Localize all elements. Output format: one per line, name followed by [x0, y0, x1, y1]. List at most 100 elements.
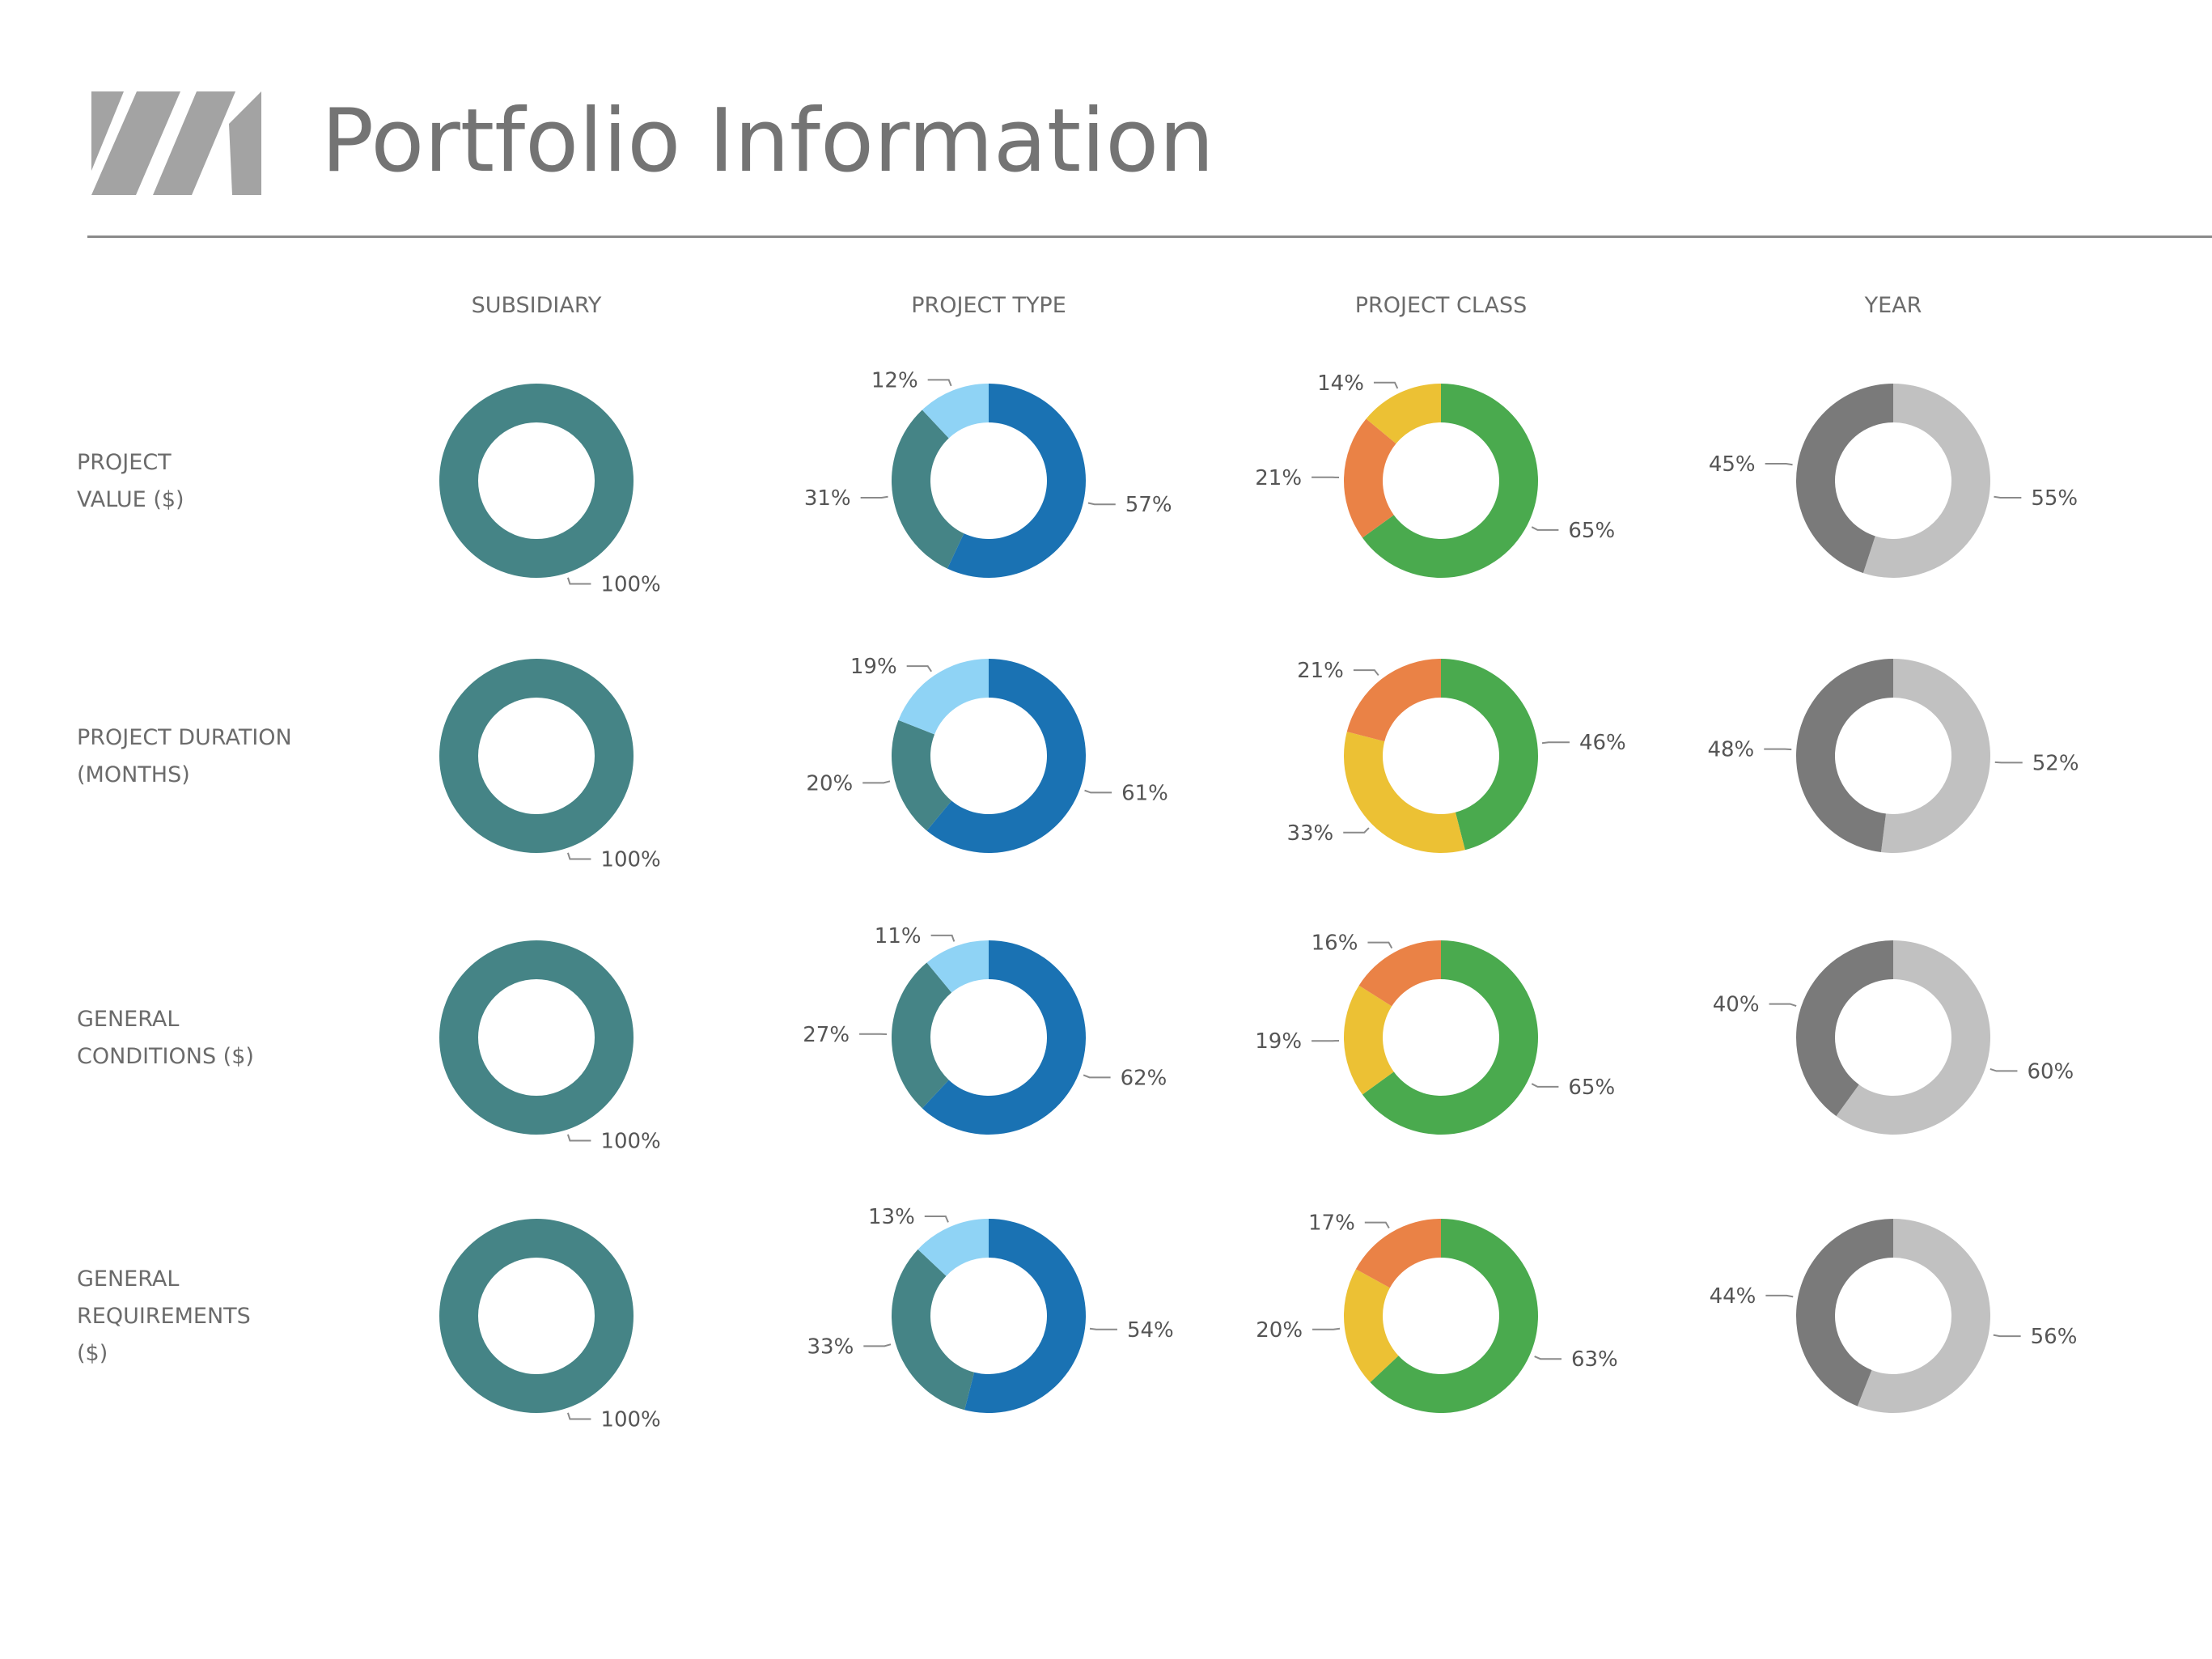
donut-r2-c2: 65% 19% 16%	[1255, 931, 1615, 1135]
data-label: 21%	[1297, 659, 1344, 683]
leader-line	[1531, 1083, 1559, 1088]
data-label: 100%	[600, 1407, 660, 1432]
leader-line	[1990, 1067, 2018, 1072]
data-label: 56%	[2031, 1325, 2078, 1349]
leader-line	[1083, 1074, 1111, 1079]
data-label: 100%	[600, 572, 660, 596]
leader-line	[863, 1343, 892, 1347]
leader-line	[927, 379, 952, 387]
data-label: 27%	[803, 1023, 850, 1047]
data-label: 60%	[2027, 1059, 2074, 1084]
data-label: 17%	[1308, 1211, 1355, 1236]
leader-line	[860, 495, 888, 499]
leader-line	[1994, 761, 2023, 764]
leader-line	[924, 1216, 949, 1223]
donut-slice	[1796, 940, 1893, 1117]
data-label: 65%	[1568, 519, 1615, 543]
data-label: 44%	[1710, 1284, 1756, 1309]
donut-slice	[1346, 659, 1441, 742]
row-label-2-line-1: CONDITIONS ($)	[77, 1044, 254, 1069]
data-label: 13%	[868, 1205, 915, 1229]
donut-slice	[1344, 732, 1465, 853]
data-label: 11%	[875, 924, 922, 948]
data-label: 45%	[1709, 452, 1756, 477]
data-label: 54%	[1127, 1318, 1174, 1343]
donut-r1-c1: 61% 20% 19%	[806, 655, 1168, 853]
leader-line	[1353, 669, 1379, 677]
donut-chart-grid: SUBSIDIARY PROJECT TYPE PROJECT CLASS YEAR P…	[77, 293, 2079, 1432]
leader-line	[1765, 463, 1793, 466]
row-label-0-line-1: VALUE ($)	[77, 487, 184, 512]
leader-line	[1312, 1327, 1341, 1330]
leader-line	[862, 780, 891, 784]
data-label: 46%	[1579, 731, 1626, 755]
donut-r3-c3: 56% 44%	[1710, 1219, 2078, 1414]
leader-line	[566, 852, 591, 860]
data-label: 100%	[600, 1129, 660, 1153]
donut-r2-c3: 60% 40%	[1713, 940, 2074, 1135]
donut-r3-c2: 63% 20% 17%	[1256, 1211, 1618, 1413]
data-label: 100%	[600, 847, 660, 872]
data-label: 63%	[1571, 1347, 1618, 1372]
donut-slice	[892, 962, 952, 1109]
leader-line	[1084, 789, 1112, 794]
data-label: 61%	[1121, 781, 1168, 805]
leader-line	[566, 1412, 591, 1420]
row-label-0-line-0: PROJECT	[77, 450, 172, 475]
leader-line	[566, 1134, 591, 1142]
donut-slice	[439, 384, 634, 578]
leader-line	[1373, 381, 1399, 389]
leader-line	[1087, 502, 1116, 506]
donut-r2-c1: 62% 27% 11%	[803, 924, 1167, 1135]
leader-line	[1993, 1334, 2021, 1338]
data-label: 55%	[2031, 486, 2078, 511]
data-label: 20%	[806, 771, 853, 796]
donut-r1-c0: 100%	[439, 659, 661, 872]
data-label: 40%	[1713, 993, 1760, 1017]
donut-r3-c1: 54% 33% 13%	[807, 1205, 1174, 1413]
row-label-1-line-1: (MONTHS)	[77, 762, 190, 787]
donut-r0-c2: 65% 21% 14%	[1255, 371, 1615, 578]
leader-line	[930, 934, 956, 942]
row-label-3-line-0: GENERAL	[77, 1267, 179, 1292]
data-label: 20%	[1256, 1318, 1303, 1343]
leader-line	[1769, 1003, 1797, 1008]
leader-line	[1541, 741, 1570, 745]
column-header-subsidiary: SUBSIDIARY	[472, 293, 602, 318]
donut-slice	[439, 940, 634, 1135]
donut-slice	[892, 1249, 975, 1411]
leader-line	[1534, 1356, 1562, 1360]
data-label: 65%	[1568, 1076, 1615, 1100]
donut-r0-c1: 57% 31% 12%	[804, 368, 1172, 578]
donut-r2-c0: 100%	[439, 940, 661, 1153]
data-label: 48%	[1707, 738, 1754, 762]
data-label: 33%	[1286, 821, 1333, 846]
data-label: 12%	[871, 368, 918, 392]
leader-line	[1764, 748, 1792, 751]
donut-slice	[898, 659, 989, 735]
leader-line	[1367, 941, 1393, 949]
data-label: 62%	[1121, 1066, 1167, 1090]
column-header-year: YEAR	[1864, 293, 1922, 318]
donut-slice	[439, 1219, 634, 1413]
donut-r0-c0: 100%	[439, 384, 661, 596]
leader-line	[1994, 495, 2022, 499]
data-label: 21%	[1255, 466, 1302, 490]
row-label-3-line-2: ($)	[77, 1341, 108, 1366]
donut-slice	[1796, 659, 1893, 853]
data-label: 14%	[1317, 371, 1364, 396]
donut-slice	[1880, 659, 1991, 853]
leader-line	[1364, 1221, 1390, 1229]
leader-line	[1343, 827, 1370, 834]
data-label: 19%	[850, 655, 897, 679]
data-label: 19%	[1255, 1029, 1302, 1054]
donut-r0-c3: 55% 45%	[1709, 384, 2078, 578]
data-label: 16%	[1312, 931, 1358, 956]
data-label: 31%	[804, 486, 851, 511]
row-label-3-line-1: REQUIREMENTS	[77, 1304, 251, 1329]
leader-line	[906, 665, 933, 673]
donut-r3-c0: 100%	[439, 1219, 661, 1432]
data-label: 57%	[1125, 493, 1172, 517]
donut-slice	[439, 659, 634, 853]
leader-line	[1089, 1327, 1117, 1330]
